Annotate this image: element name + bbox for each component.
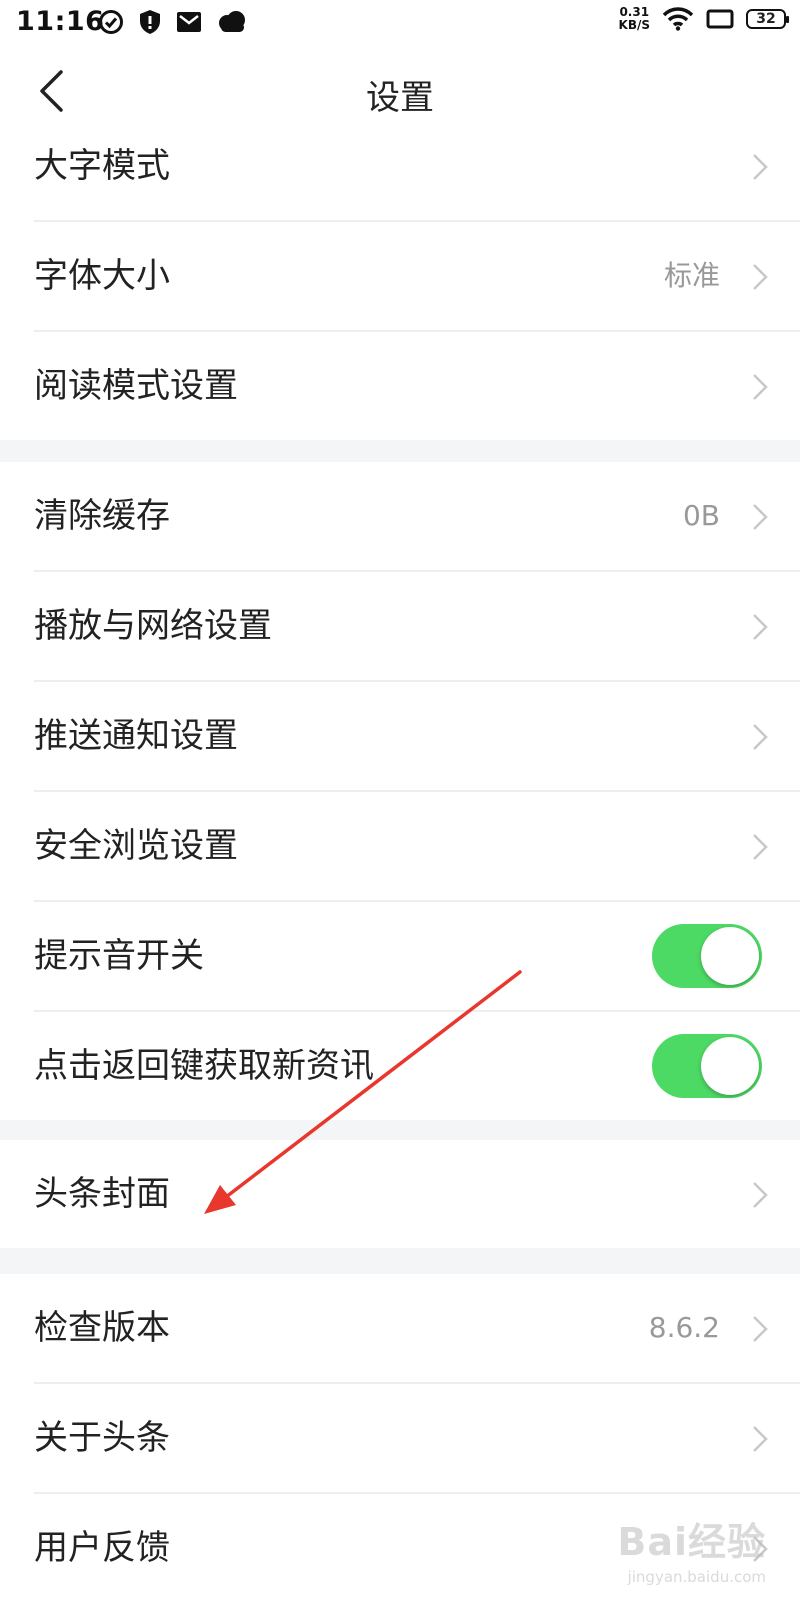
network-speed: 0.31 KB/S — [619, 6, 650, 32]
setting-row-sound-toggle: 提示音开关 — [0, 902, 800, 1012]
chevron-right-icon — [753, 834, 768, 860]
setting-label: 点击返回键获取新资讯 — [34, 1046, 374, 1086]
setting-label: 大字模式 — [34, 146, 170, 186]
toggle-knob — [701, 1037, 759, 1095]
setting-row-large-font-mode[interactable]: 大字模式 — [0, 112, 800, 222]
status-time: 11:16 — [16, 6, 105, 37]
setting-label: 头条封面 — [34, 1174, 170, 1214]
settings-group-cover: 头条封面 — [0, 1140, 800, 1248]
battery-level: 32 — [756, 11, 776, 27]
battery-indicator: 32 — [746, 9, 789, 29]
setting-row-playback-network[interactable]: 播放与网络设置 — [0, 572, 800, 682]
setting-row-reading-mode[interactable]: 阅读模式设置 — [0, 332, 800, 440]
chevron-right-icon — [753, 1426, 768, 1452]
status-system-icons: 0.31 KB/S 32 — [619, 6, 789, 32]
setting-row-clear-cache[interactable]: 清除缓存 0B — [0, 462, 800, 572]
mail-icon — [177, 12, 201, 32]
watermark-domain: jingyan.baidu.com — [627, 1568, 766, 1586]
setting-row-push-notifications[interactable]: 推送通知设置 — [0, 682, 800, 792]
setting-row-headline-cover[interactable]: 头条封面 — [0, 1140, 800, 1248]
back-refresh-toggle-switch[interactable] — [652, 1034, 762, 1098]
wifi-icon — [662, 7, 694, 31]
setting-label: 推送通知设置 — [34, 716, 238, 756]
chevron-right-icon — [753, 504, 768, 530]
watermark-logo: Bai经验 — [617, 1520, 766, 1564]
setting-value: 8.6.2 — [648, 1311, 720, 1344]
chevron-right-icon — [753, 724, 768, 750]
setting-label: 阅读模式设置 — [34, 366, 238, 406]
setting-row-font-size[interactable]: 字体大小 标准 — [0, 222, 800, 332]
setting-label: 播放与网络设置 — [34, 606, 272, 646]
setting-label: 提示音开关 — [34, 936, 204, 976]
setting-value: 0B — [682, 499, 720, 532]
sound-toggle-switch[interactable] — [652, 924, 762, 988]
setting-label: 关于头条 — [34, 1418, 170, 1458]
shield-icon — [140, 10, 160, 34]
status-bar: 11:16 0.31 KB/S 32 — [0, 0, 800, 44]
chevron-right-icon — [753, 1316, 768, 1342]
setting-row-about[interactable]: 关于头条 — [0, 1384, 800, 1494]
network-speed-unit: KB/S — [618, 18, 650, 32]
toggle-knob — [701, 927, 759, 985]
screen-rotation-icon — [706, 9, 734, 29]
setting-label: 清除缓存 — [34, 496, 170, 536]
chevron-right-icon — [753, 154, 768, 180]
cloud-icon — [219, 11, 245, 32]
settings-group-display: 大字模式 字体大小 标准 阅读模式设置 — [0, 112, 800, 440]
status-notification-icons — [98, 9, 248, 35]
setting-row-back-refresh-toggle: 点击返回键获取新资讯 — [0, 1012, 800, 1120]
setting-label: 字体大小 — [34, 256, 170, 296]
chevron-right-icon — [753, 614, 768, 640]
setting-row-safe-browsing[interactable]: 安全浏览设置 — [0, 792, 800, 902]
chevron-right-icon — [753, 1182, 768, 1208]
check-circle-icon — [99, 10, 123, 34]
setting-label: 安全浏览设置 — [34, 826, 238, 866]
chevron-right-icon — [753, 374, 768, 400]
baidu-jingyan-watermark: Bai经验 jingyan.baidu.com — [617, 1511, 766, 1586]
settings-group-general: 清除缓存 0B 播放与网络设置 推送通知设置 安全浏览设置 提示音开关 点击返回… — [0, 462, 800, 1120]
setting-label: 检查版本 — [34, 1308, 170, 1348]
setting-value: 标准 — [663, 259, 720, 292]
setting-row-check-version[interactable]: 检查版本 8.6.2 — [0, 1274, 800, 1384]
chevron-right-icon — [753, 264, 768, 290]
setting-label: 用户反馈 — [34, 1528, 170, 1568]
